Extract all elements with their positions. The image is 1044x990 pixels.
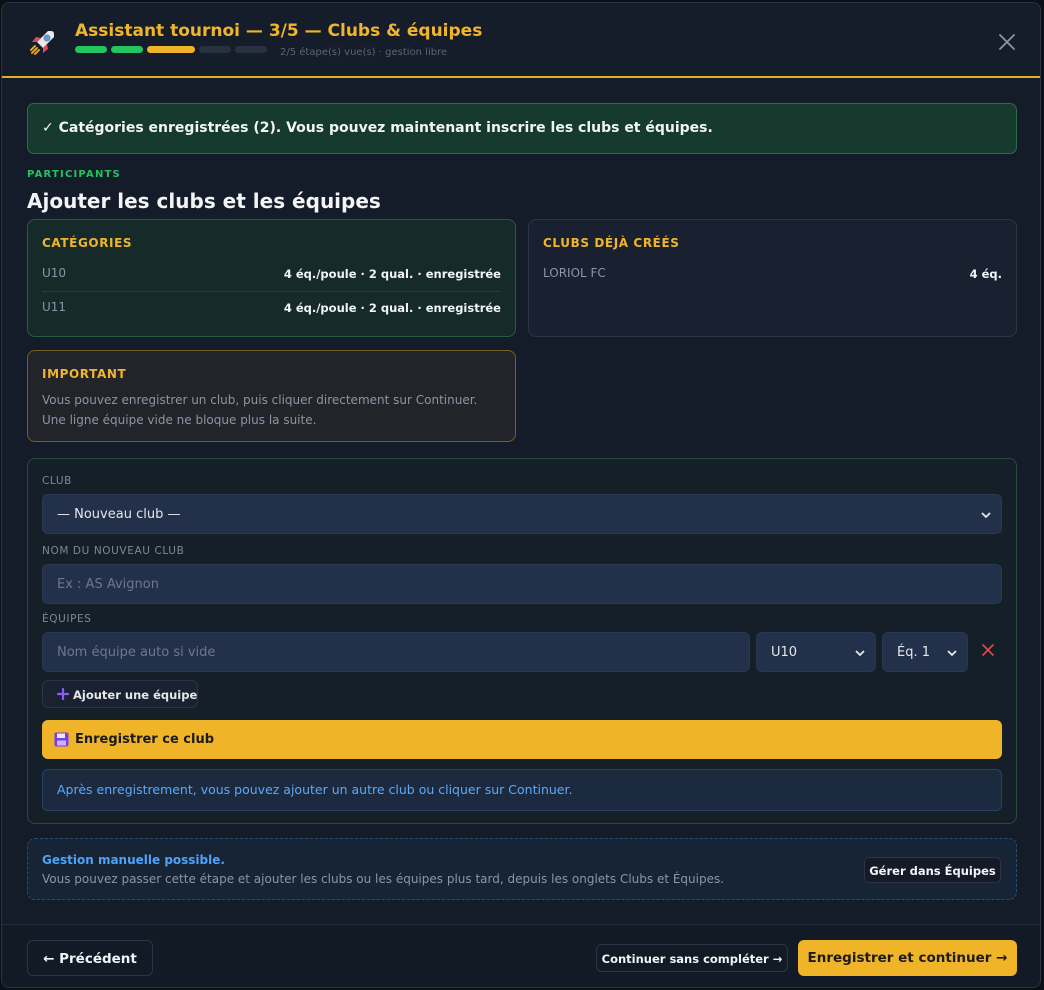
divider: [42, 291, 501, 292]
team-category-value: U10: [771, 645, 798, 660]
club-team-count: 4 éq.: [969, 267, 1002, 281]
category-details: 4 éq./poule · 2 qual. · enregistrée: [283, 267, 501, 281]
manual-management-box: Gestion manuelle possible. Vous pouvez p…: [27, 838, 1017, 900]
clubs-heading: CLUBS DÉJÀ CRÉÉS: [543, 236, 680, 250]
rocket-icon: [30, 31, 54, 55]
important-text: Vous pouvez enregistrer un club, puis cl…: [42, 393, 478, 427]
step-segment: [111, 46, 143, 53]
success-alert: ✓ Catégories enregistrées (2). Vous pouv…: [27, 103, 1017, 154]
categories-card: CATÉGORIES U10 4 éq./poule · 2 qual. · e…: [27, 219, 516, 337]
add-team-button[interactable]: Ajouter une équipe: [42, 680, 198, 708]
club-select-value: — Nouveau club —: [57, 507, 181, 522]
team-name-input[interactable]: Nom équipe auto si vide: [42, 632, 750, 672]
wizard-modal: Assistant tournoi — 3/5 — Clubs & équipe…: [1, 2, 1041, 988]
club-select[interactable]: — Nouveau club —: [42, 494, 1002, 534]
team-number-select[interactable]: Éq. 1: [882, 632, 968, 672]
step-segment: [75, 46, 107, 53]
section-eyebrow: PARTICIPANTS: [27, 169, 121, 180]
previous-label: ← Précédent: [43, 951, 137, 967]
team-category-select[interactable]: U10: [756, 632, 876, 672]
category-details: 4 éq./poule · 2 qual. · enregistrée: [283, 301, 501, 315]
wizard-title: Assistant tournoi — 3/5 — Clubs & équipe…: [75, 21, 483, 41]
chevron-down-icon: [981, 512, 991, 519]
plus-icon: [57, 688, 69, 700]
next-label: Enregistrer et continuer →: [807, 950, 1008, 966]
new-club-name-input[interactable]: Ex : AS Avignon: [42, 564, 1002, 604]
club-name: LORIOL FC: [543, 266, 606, 280]
continue-without-completing-button[interactable]: Continuer sans compléter →: [596, 944, 788, 972]
important-heading: IMPORTANT: [42, 367, 127, 381]
info-box: Après enregistrement, vous pouvez ajoute…: [42, 769, 1002, 811]
existing-clubs-card: CLUBS DÉJÀ CRÉÉS LORIOL FC 4 éq.: [528, 219, 1017, 337]
categories-heading: CATÉGORIES: [42, 236, 133, 250]
manual-title: Gestion manuelle possible.: [42, 853, 225, 867]
category-name: U11: [42, 300, 67, 314]
category-name: U10: [42, 266, 67, 280]
step-segment: [199, 46, 231, 53]
new-club-placeholder: Ex : AS Avignon: [57, 577, 159, 592]
chevron-down-icon: [947, 650, 957, 657]
close-icon[interactable]: [996, 31, 1018, 53]
chevron-down-icon: [855, 650, 865, 657]
remove-team-icon[interactable]: [981, 643, 995, 657]
floppy-disk-icon: [54, 732, 69, 747]
skip-label: Continuer sans compléter →: [601, 952, 783, 966]
important-card: IMPORTANT Vous pouvez enregistrer un clu…: [27, 350, 516, 442]
team-name-placeholder: Nom équipe auto si vide: [57, 645, 216, 660]
club-label: CLUB: [42, 475, 72, 487]
wizard-header: Assistant tournoi — 3/5 — Clubs & équipe…: [2, 3, 1040, 78]
manage-in-teams-label: Gérer dans Équipes: [869, 864, 996, 878]
teams-label: ÉQUIPES: [42, 613, 92, 625]
add-team-label: Ajouter une équipe: [73, 688, 198, 702]
save-club-label: Enregistrer ce club: [75, 732, 215, 747]
club-form: CLUB — Nouveau club — NOM DU NOUVEAU CLU…: [27, 458, 1017, 824]
progress-text: 2/5 étape(s) vue(s) · gestion libre: [280, 47, 448, 58]
team-number-value: Éq. 1: [897, 645, 931, 660]
new-club-label: NOM DU NOUVEAU CLUB: [42, 545, 185, 557]
page-title: Ajouter les clubs et les équipes: [27, 189, 381, 213]
previous-button[interactable]: ← Précédent: [27, 940, 153, 976]
wizard-footer: ← Précédent Continuer sans compléter → E…: [2, 924, 1040, 987]
save-and-continue-button[interactable]: Enregistrer et continuer →: [798, 940, 1017, 976]
save-club-button[interactable]: Enregistrer ce club: [42, 720, 1002, 759]
manage-in-teams-button[interactable]: Gérer dans Équipes: [864, 857, 1001, 883]
step-segment: [147, 46, 195, 53]
alert-text: ✓ Catégories enregistrées (2). Vous pouv…: [42, 120, 713, 136]
manual-description: Vous pouvez passer cette étape et ajoute…: [42, 872, 725, 886]
step-segment: [235, 46, 267, 53]
info-text: Après enregistrement, vous pouvez ajoute…: [57, 782, 573, 797]
